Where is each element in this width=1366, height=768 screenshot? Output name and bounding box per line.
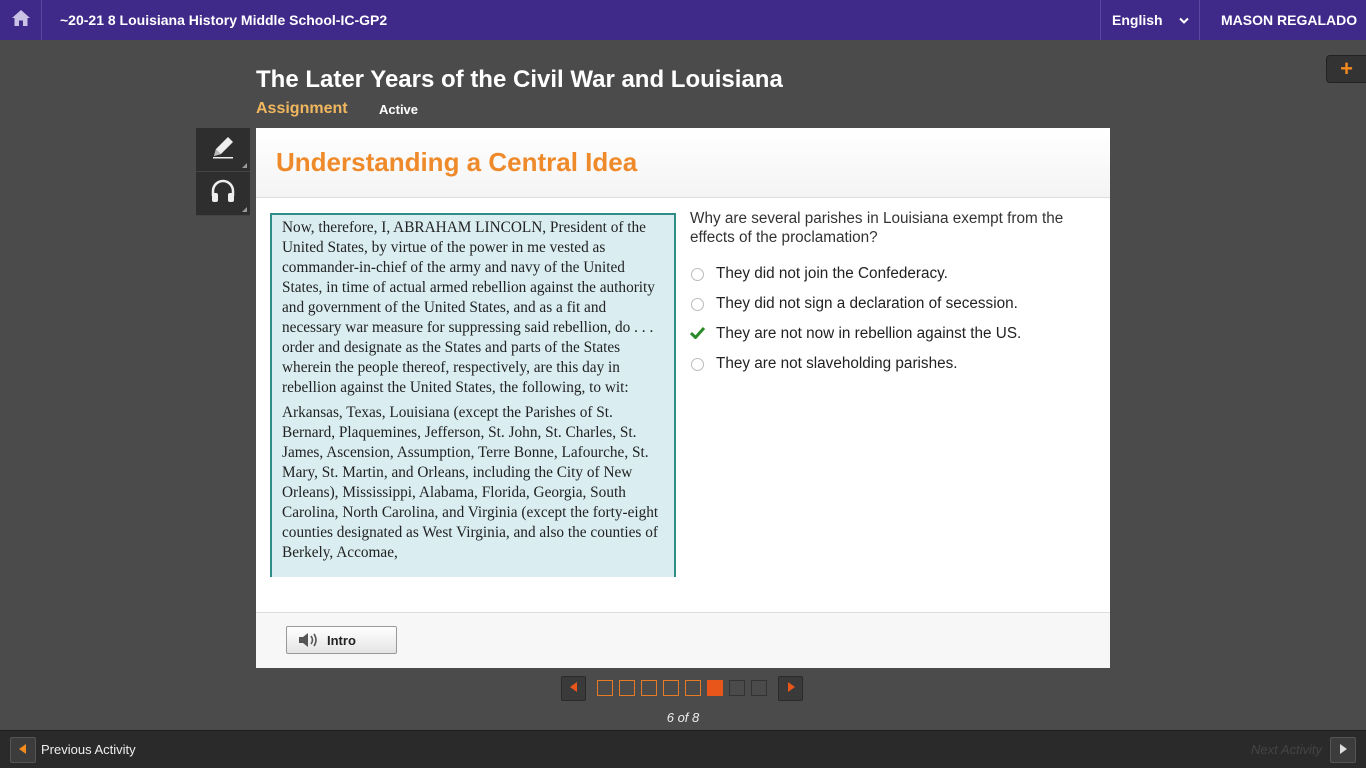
- next-activity-button[interactable]: [1330, 737, 1356, 763]
- page-indicator-4[interactable]: [663, 680, 679, 696]
- page-count: 6 of 8: [666, 710, 700, 725]
- page-navigator: [561, 675, 803, 701]
- answer-option-selected[interactable]: They are not now in rebellion against th…: [689, 319, 1090, 349]
- page-indicator-6[interactable]: [707, 680, 723, 696]
- page-indicator-8: [751, 680, 767, 696]
- answer-option[interactable]: They did not sign a declaration of seces…: [690, 289, 1090, 319]
- activity-title: Understanding a Central Idea: [276, 147, 638, 177]
- chevron-down-icon: [1179, 0, 1189, 40]
- page-indicator-7: [729, 680, 745, 696]
- assignment-status: Active: [379, 102, 419, 117]
- previous-page-button[interactable]: [561, 675, 586, 701]
- radio-button[interactable]: [691, 267, 704, 281]
- triangle-right-icon: [787, 679, 795, 697]
- tool-panel: [196, 128, 250, 216]
- passage-panel[interactable]: Now, therefore, I, ABRAHAM LINCOLN, Pres…: [270, 213, 676, 577]
- answer-option[interactable]: They are not slaveholding parishes.: [690, 349, 1090, 379]
- audio-tool-button[interactable]: [196, 172, 250, 216]
- next-activity-label: Next Activity: [1251, 742, 1323, 757]
- home-icon: [11, 9, 31, 32]
- speaker-icon: [297, 631, 319, 649]
- activity-footer: Intro: [256, 612, 1110, 668]
- question-text: Why are several parishes in Louisiana ex…: [690, 210, 1064, 246]
- user-menu[interactable]: MASON REGALADO: [1221, 0, 1357, 40]
- activity-header: Understanding a Central Idea: [256, 128, 1110, 198]
- answer-options: They did not join the Confederacy. They …: [689, 259, 1090, 379]
- page-indicator-2[interactable]: [619, 680, 635, 696]
- assignment-type: Assignment: [256, 100, 348, 117]
- answer-option[interactable]: They did not join the Confederacy.: [690, 259, 1090, 289]
- previous-activity-label[interactable]: Previous Activity: [41, 731, 136, 768]
- page-indicator-1[interactable]: [597, 680, 613, 696]
- answer-option-label: They are not slaveholding parishes.: [716, 355, 958, 372]
- annotate-tool-button[interactable]: [196, 128, 250, 172]
- answer-option-label: They did not join the Confederacy.: [716, 265, 948, 282]
- intro-audio-button[interactable]: Intro: [286, 626, 397, 654]
- page-indicators: [597, 680, 767, 696]
- course-title: ~20-21 8 Louisiana History Middle School…: [60, 12, 388, 28]
- page-indicator-3[interactable]: [641, 680, 657, 696]
- passage-paragraph: Now, therefore, I, ABRAHAM LINCOLN, Pres…: [282, 219, 655, 396]
- bottom-bar: Previous Activity Next Activity: [0, 730, 1366, 768]
- lesson-title: The Later Years of the Civil War and Lou…: [256, 66, 783, 93]
- activity-card: Understanding a Central Idea Now, theref…: [256, 128, 1110, 668]
- triangle-right-icon: [1339, 741, 1347, 759]
- triangle-left-icon: [19, 741, 27, 759]
- next-page-button[interactable]: [778, 675, 803, 701]
- page-indicator-5[interactable]: [685, 680, 701, 696]
- home-button[interactable]: [0, 0, 42, 40]
- triangle-left-icon: [569, 679, 578, 697]
- passage-paragraph: Arkansas, Texas, Louisiana (except the P…: [282, 404, 659, 561]
- pencil-icon: [209, 133, 237, 166]
- radio-button[interactable]: [691, 357, 704, 371]
- language-value: English: [1112, 12, 1163, 28]
- radio-button[interactable]: [691, 297, 704, 311]
- previous-activity-button[interactable]: [10, 737, 36, 763]
- expand-plus-button[interactable]: +: [1326, 55, 1366, 83]
- top-bar: ~20-21 8 Louisiana History Middle School…: [0, 0, 1366, 40]
- checkmark-icon: [689, 324, 706, 344]
- language-selector[interactable]: English: [1100, 0, 1200, 40]
- answer-option-label: They are not now in rebellion against th…: [716, 325, 1022, 342]
- headphones-icon: [209, 178, 237, 209]
- answer-option-label: They did not sign a declaration of seces…: [716, 295, 1018, 312]
- intro-label: Intro: [327, 632, 356, 648]
